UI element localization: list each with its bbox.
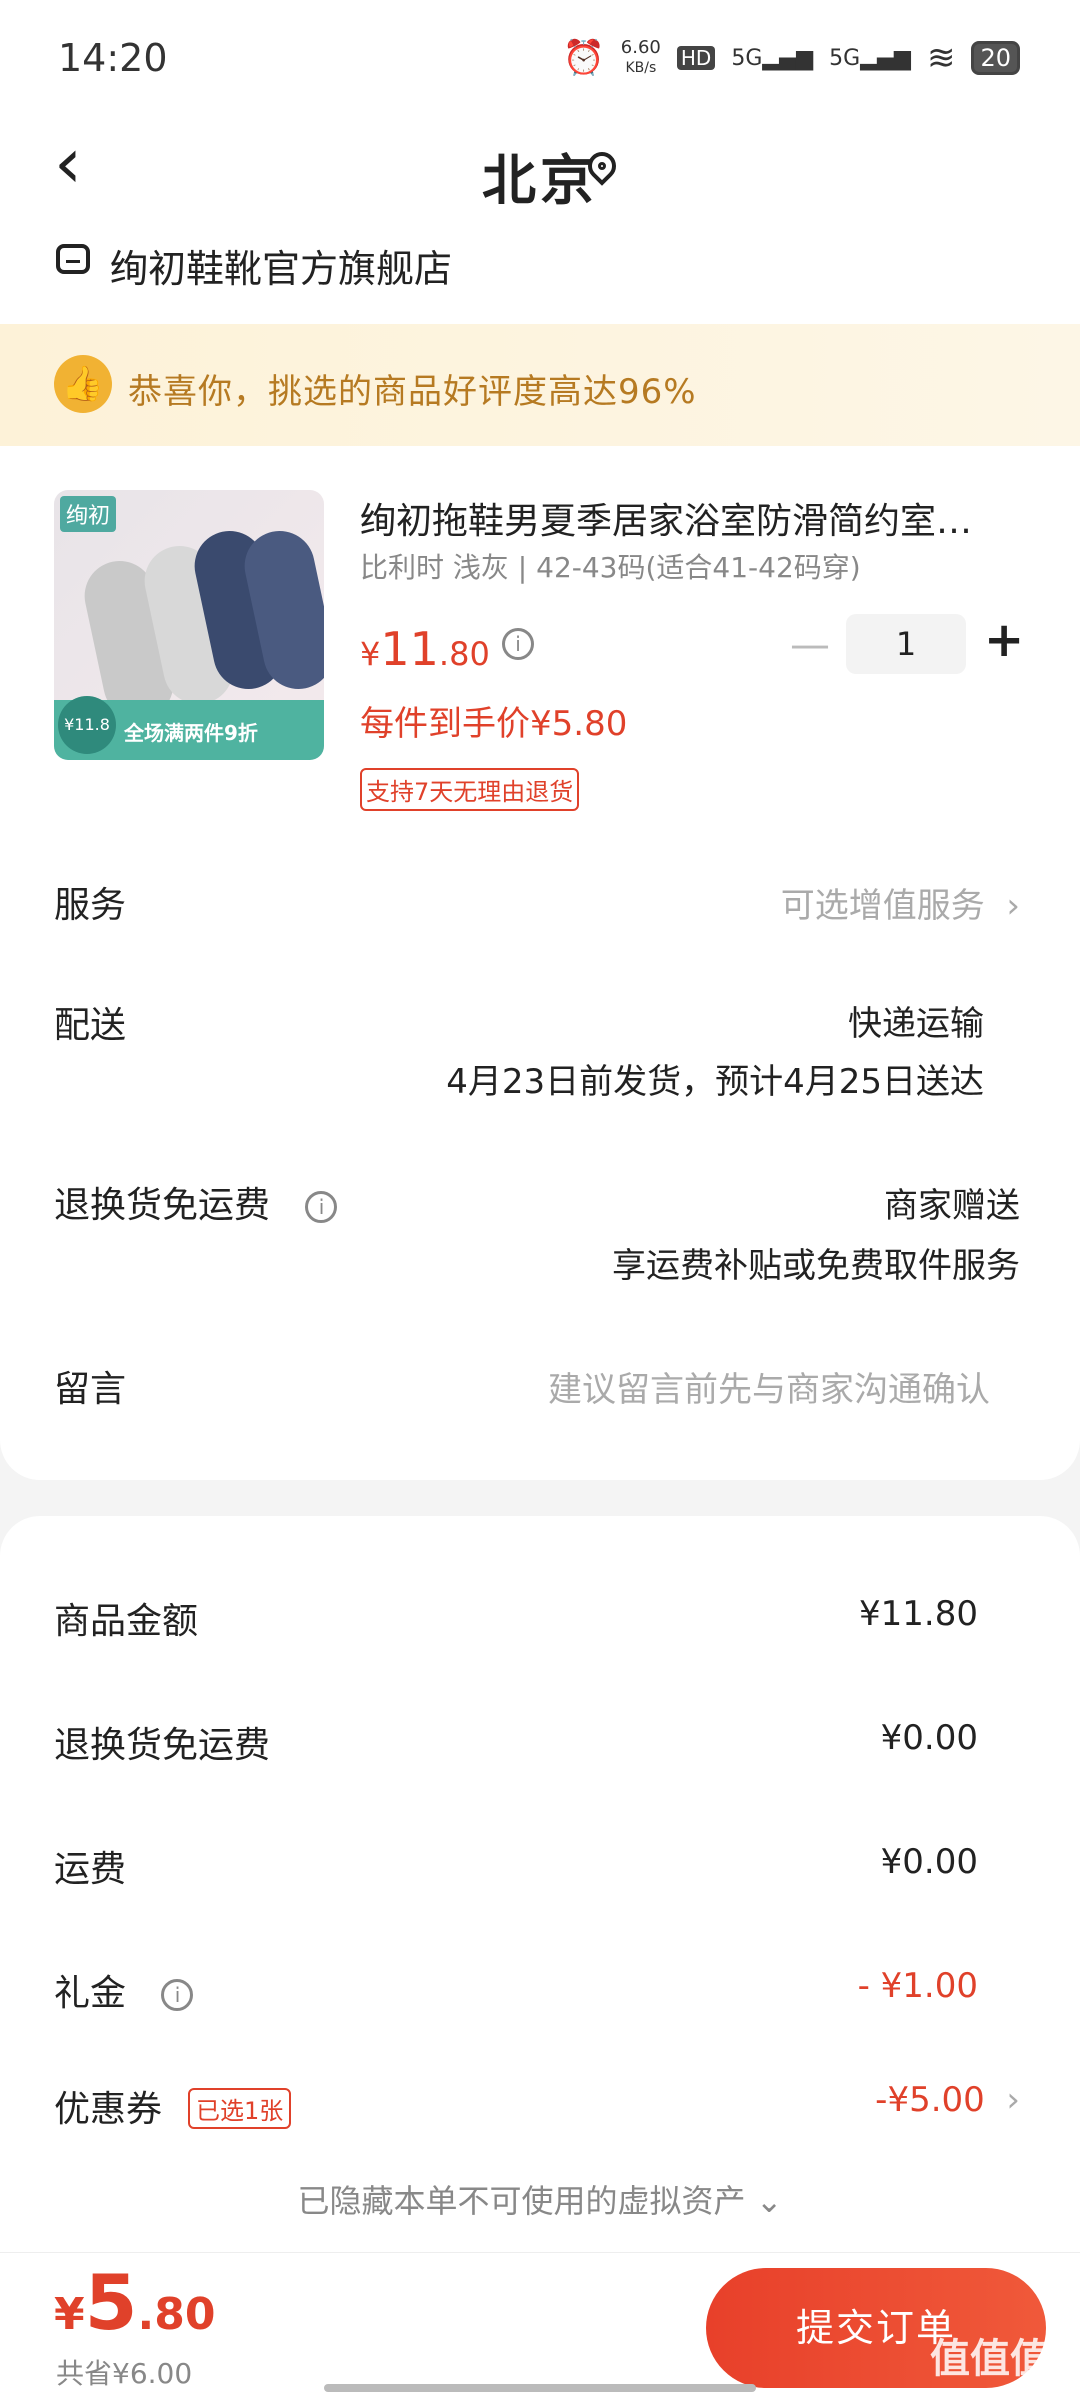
address-city[interactable]: 北京 bbox=[0, 136, 1080, 215]
battery-icon: 20 bbox=[971, 41, 1020, 75]
delivery-label: 配送 bbox=[54, 1005, 127, 1046]
price-info-icon[interactable]: i bbox=[502, 628, 534, 660]
return-shipping-detail: 享运费补贴或免费取件服务 bbox=[612, 1246, 1020, 1286]
coupon-selected-tag: 已选1张 bbox=[188, 2088, 292, 2129]
product-image[interactable]: 绚初 ¥11.8 全场满两件9折 bbox=[54, 490, 324, 760]
goods-amount-label: 商品金额 bbox=[54, 1601, 199, 1642]
signal-1-label: 5G bbox=[731, 45, 763, 71]
product-spec[interactable]: 比利时 浅灰 | 42-43码(适合41-42码穿) bbox=[360, 546, 861, 586]
service-value: 可选增值服务 bbox=[780, 886, 985, 926]
product-image-price: ¥11.8 bbox=[58, 696, 116, 754]
thumbs-up-icon: 👍 bbox=[54, 355, 112, 413]
store-icon bbox=[56, 244, 90, 274]
coupon-label: 优惠券 bbox=[54, 2089, 163, 2130]
chevron-down-icon: ⌄ bbox=[755, 2182, 783, 2220]
saved-amount: 共省¥6.00 bbox=[56, 2357, 193, 2390]
gift-info-icon[interactable]: i bbox=[161, 1979, 194, 2011]
rating-banner-text: 恭喜你，挑选的商品好评度高达96% bbox=[128, 372, 697, 412]
product-image-promo: 全场满两件9折 bbox=[124, 721, 258, 745]
total-int: 5 bbox=[84, 2258, 138, 2347]
return-fee-value: ¥0.00 bbox=[880, 1718, 978, 1758]
hd-icon: HD bbox=[676, 46, 716, 70]
gift-label-text: 礼金 bbox=[54, 1973, 127, 2014]
chevron-right-icon: › bbox=[995, 2080, 1020, 2120]
total-dec: .80 bbox=[137, 2289, 216, 2340]
delivery-time: 4月23日前发货，预计4月25日送达 bbox=[446, 1062, 984, 1102]
product-image-brand: 绚初 bbox=[60, 496, 117, 532]
status-icons: ⏰ 6.60 KB/s HD 5G▂▄▆ 5G▂▄▆ ≋ 20 bbox=[562, 38, 1020, 78]
net-speed-unit: KB/s bbox=[625, 60, 657, 76]
delivery-method[interactable]: 快递运输 bbox=[848, 996, 984, 1045]
watermark-logo: 值值值 bbox=[930, 2336, 1050, 2382]
service-row[interactable]: 可选增值服务 › bbox=[781, 878, 1020, 927]
product-price: ¥11.80 bbox=[360, 622, 490, 676]
unit-price: 每件到手价¥5.80 bbox=[360, 704, 628, 744]
price-int: 11 bbox=[380, 622, 439, 676]
return-fee-label: 退换货免运费 bbox=[54, 1725, 271, 1766]
quantity-minus-button[interactable]: — bbox=[790, 622, 830, 668]
return-shipping-label: 退换货免运费 i bbox=[54, 1176, 338, 1228]
price-dec: .80 bbox=[438, 635, 490, 673]
signal-icon-1: 5G▂▄▆ bbox=[731, 45, 814, 71]
total-symbol: ¥ bbox=[54, 2289, 85, 2340]
shipping-label: 运费 bbox=[54, 1849, 127, 1890]
message-label: 留言 bbox=[54, 1369, 127, 1410]
alarm-icon: ⏰ bbox=[562, 38, 605, 78]
product-title[interactable]: 绚初拖鞋男夏季居家浴室防滑简约室… bbox=[360, 492, 1020, 544]
return-shipping-label-text: 退换货免运费 bbox=[54, 1185, 271, 1226]
service-label: 服务 bbox=[54, 885, 127, 926]
coupon-value: -¥5.00 bbox=[875, 2080, 985, 2120]
total-price: ¥5.80 bbox=[54, 2258, 215, 2347]
goods-amount-value: ¥11.80 bbox=[859, 1594, 978, 1634]
quantity-plus-button[interactable]: + bbox=[984, 612, 1024, 668]
store-name[interactable]: 绚初鞋靴官方旗舰店 bbox=[110, 238, 452, 293]
gift-label: 礼金 i bbox=[54, 1964, 194, 2016]
hidden-assets-toggle[interactable]: 已隐藏本单不可使用的虚拟资产 ⌄ bbox=[0, 2176, 1080, 2222]
coupon-row[interactable]: -¥5.00 › bbox=[875, 2080, 1020, 2120]
net-speed: 6.60 KB/s bbox=[621, 38, 661, 78]
shipping-value: ¥0.00 bbox=[880, 1842, 978, 1882]
return-shipping-value: 商家赠送 bbox=[884, 1186, 1020, 1226]
quantity-input[interactable]: 1 bbox=[846, 614, 966, 674]
signal-icon-2: 5G▂▄▆ bbox=[829, 45, 911, 71]
return-shipping-info-icon[interactable]: i bbox=[305, 1191, 338, 1223]
return-policy-tag: 支持7天无理由退货 bbox=[360, 768, 580, 811]
signal-2-label: 5G bbox=[829, 45, 861, 71]
price-symbol: ¥ bbox=[360, 635, 381, 673]
net-speed-value: 6.60 bbox=[620, 37, 661, 58]
wifi-icon: ≋ bbox=[926, 38, 956, 78]
gift-value: - ¥1.00 bbox=[857, 1966, 978, 2006]
home-indicator[interactable] bbox=[324, 2384, 756, 2392]
chevron-right-icon: › bbox=[995, 886, 1020, 926]
hidden-assets-text: 已隐藏本单不可使用的虚拟资产 bbox=[297, 2182, 746, 2220]
message-input[interactable]: 建议留言前先与商家沟通确认 bbox=[548, 1362, 990, 1411]
status-time: 14:20 bbox=[58, 36, 168, 80]
